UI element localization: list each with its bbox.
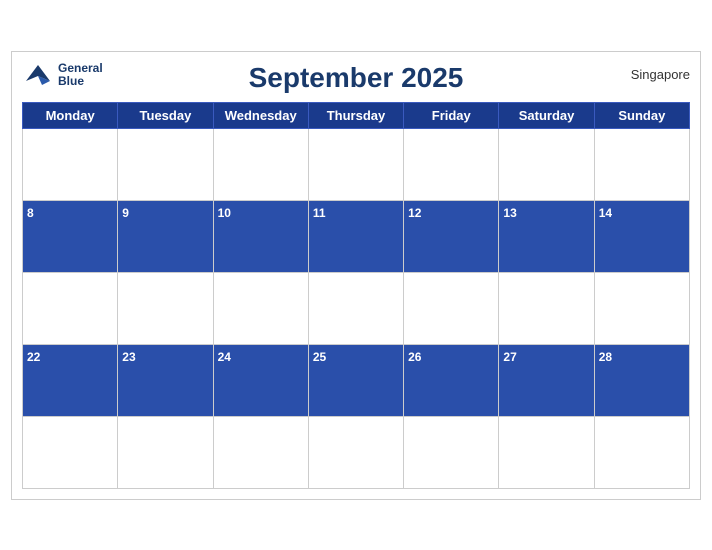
calendar-cell-w2-d6: 13 <box>499 200 594 272</box>
week-row-3: 15 16 17 18 19 20 21 <box>23 272 690 344</box>
calendar-cell-w1-d3: 3 <box>213 128 308 200</box>
calendar-header: General Blue September 2025 Singapore <box>22 62 690 94</box>
calendar-cell-w3-d3: 17 <box>213 272 308 344</box>
col-header-saturday: Saturday <box>499 102 594 128</box>
day-number-5: 5 <box>408 134 415 148</box>
day-number-10: 10 <box>218 206 231 220</box>
calendar-cell-w5-d7 <box>594 416 689 488</box>
calendar-cell-w1-d4: 4 <box>308 128 403 200</box>
logo-text-block: General Blue <box>58 62 103 88</box>
calendar-cell-w2-d3: 10 <box>213 200 308 272</box>
calendar-cell-w4-d2: 23 <box>118 344 213 416</box>
day-number-29: 29 <box>27 422 40 436</box>
col-header-sunday: Sunday <box>594 102 689 128</box>
calendar-cell-w4-d3: 24 <box>213 344 308 416</box>
calendar-cell-w5-d2: 30 <box>118 416 213 488</box>
week-row-4: 22 23 24 25 26 27 28 <box>23 344 690 416</box>
calendar-cell-w3-d5: 19 <box>404 272 499 344</box>
day-number-24: 24 <box>218 350 231 364</box>
calendar-cell-w4-d7: 28 <box>594 344 689 416</box>
day-number-15: 15 <box>27 278 40 292</box>
calendar-cell-w1-d7: 7 <box>594 128 689 200</box>
day-number-3: 3 <box>218 134 225 148</box>
calendar-cell-w4-d6: 27 <box>499 344 594 416</box>
day-number-30: 30 <box>122 422 135 436</box>
calendar-cell-w3-d6: 20 <box>499 272 594 344</box>
calendar-cell-w5-d5 <box>404 416 499 488</box>
day-number-7: 7 <box>599 134 606 148</box>
day-number-9: 9 <box>122 206 129 220</box>
logo-blue-text: Blue <box>58 75 103 88</box>
day-number-21: 21 <box>599 278 612 292</box>
calendar-cell-w5-d6 <box>499 416 594 488</box>
day-number-2: 2 <box>122 134 129 148</box>
logo-area: General Blue <box>22 62 103 88</box>
day-number-4: 4 <box>313 134 320 148</box>
day-number-22: 22 <box>27 350 40 364</box>
calendar-body: 1234567891011121314151617181920212223242… <box>23 128 690 488</box>
calendar-cell-w2-d5: 12 <box>404 200 499 272</box>
logo-general-text: General <box>58 62 103 75</box>
calendar-table: Monday Tuesday Wednesday Thursday Friday… <box>22 102 690 489</box>
day-number-19: 19 <box>408 278 421 292</box>
day-number-17: 17 <box>218 278 231 292</box>
week-row-1: 1 2 3 4 5 6 7 <box>23 128 690 200</box>
calendar-cell-w1-d1: 1 <box>23 128 118 200</box>
logo-bird-icon <box>22 63 54 87</box>
day-number-6: 6 <box>503 134 510 148</box>
logo-container: General Blue <box>22 62 103 88</box>
calendar-cell-w4-d1: 22 <box>23 344 118 416</box>
calendar-cell-w3-d4: 18 <box>308 272 403 344</box>
calendar-cell-w4-d5: 26 <box>404 344 499 416</box>
day-number-11: 11 <box>313 206 326 220</box>
day-number-20: 20 <box>503 278 516 292</box>
day-number-12: 12 <box>408 206 421 220</box>
day-number-18: 18 <box>313 278 326 292</box>
day-number-13: 13 <box>503 206 516 220</box>
calendar-cell-w1-d6: 6 <box>499 128 594 200</box>
col-header-wednesday: Wednesday <box>213 102 308 128</box>
calendar-cell-w5-d1: 29 <box>23 416 118 488</box>
calendar-container: General Blue September 2025 Singapore Mo… <box>11 51 701 500</box>
day-number-8: 8 <box>27 206 34 220</box>
calendar-cell-w2-d1: 8 <box>23 200 118 272</box>
col-header-thursday: Thursday <box>308 102 403 128</box>
calendar-cell-w3-d1: 15 <box>23 272 118 344</box>
calendar-cell-w3-d7: 21 <box>594 272 689 344</box>
day-number-1: 1 <box>27 134 34 148</box>
calendar-cell-w1-d2: 2 <box>118 128 213 200</box>
day-number-16: 16 <box>122 278 135 292</box>
month-title: September 2025 <box>249 62 464 94</box>
day-number-14: 14 <box>599 206 612 220</box>
col-header-tuesday: Tuesday <box>118 102 213 128</box>
calendar-cell-w2-d2: 9 <box>118 200 213 272</box>
calendar-cell-w5-d3 <box>213 416 308 488</box>
calendar-cell-w4-d4: 25 <box>308 344 403 416</box>
day-number-26: 26 <box>408 350 421 364</box>
calendar-cell-w3-d2: 16 <box>118 272 213 344</box>
day-number-27: 27 <box>503 350 516 364</box>
day-number-25: 25 <box>313 350 326 364</box>
week-row-5: 29 30 <box>23 416 690 488</box>
week-row-2: 8 9 10 11 12 13 14 <box>23 200 690 272</box>
day-number-28: 28 <box>599 350 612 364</box>
col-header-friday: Friday <box>404 102 499 128</box>
col-header-monday: Monday <box>23 102 118 128</box>
calendar-cell-w1-d5: 5 <box>404 128 499 200</box>
day-headers-row: Monday Tuesday Wednesday Thursday Friday… <box>23 102 690 128</box>
country-label: Singapore <box>631 67 690 82</box>
calendar-cell-w2-d4: 11 <box>308 200 403 272</box>
day-number-23: 23 <box>122 350 135 364</box>
calendar-cell-w2-d7: 14 <box>594 200 689 272</box>
calendar-cell-w5-d4 <box>308 416 403 488</box>
